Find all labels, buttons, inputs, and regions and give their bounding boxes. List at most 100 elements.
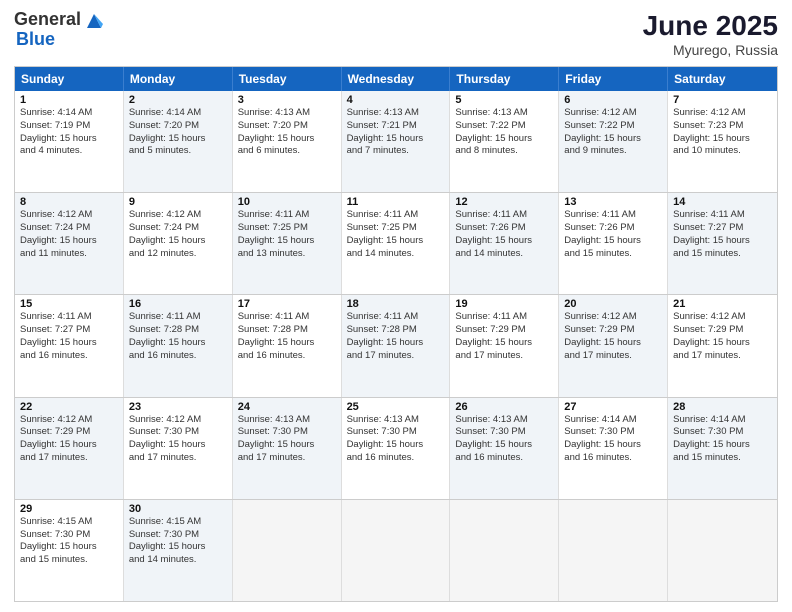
day-info: Sunrise: 4:14 AM Sunset: 7:20 PM Dayligh…: [129, 107, 227, 158]
day-number: 21: [673, 298, 772, 310]
cal-cell: 1Sunrise: 4:14 AM Sunset: 7:19 PM Daylig…: [15, 91, 124, 192]
day-info: Sunrise: 4:12 AM Sunset: 7:29 PM Dayligh…: [564, 311, 662, 362]
cal-cell: 23Sunrise: 4:12 AM Sunset: 7:30 PM Dayli…: [124, 398, 233, 499]
cal-cell: 11Sunrise: 4:11 AM Sunset: 7:25 PM Dayli…: [342, 193, 451, 294]
header: General Blue June 2025 Myurego, Russia: [14, 10, 778, 58]
page: General Blue June 2025 Myurego, Russia S…: [0, 0, 792, 612]
cal-header-day-saturday: Saturday: [668, 67, 777, 91]
day-number: 6: [564, 94, 662, 106]
day-number: 3: [238, 94, 336, 106]
day-info: Sunrise: 4:12 AM Sunset: 7:24 PM Dayligh…: [129, 209, 227, 260]
day-info: Sunrise: 4:11 AM Sunset: 7:25 PM Dayligh…: [347, 209, 445, 260]
day-number: 14: [673, 196, 772, 208]
cal-cell: 10Sunrise: 4:11 AM Sunset: 7:25 PM Dayli…: [233, 193, 342, 294]
day-info: Sunrise: 4:12 AM Sunset: 7:30 PM Dayligh…: [129, 414, 227, 465]
day-number: 23: [129, 401, 227, 413]
day-number: 26: [455, 401, 553, 413]
day-number: 1: [20, 94, 118, 106]
logo: General Blue: [14, 10, 105, 50]
day-number: 22: [20, 401, 118, 413]
day-info: Sunrise: 4:12 AM Sunset: 7:22 PM Dayligh…: [564, 107, 662, 158]
day-number: 5: [455, 94, 553, 106]
cal-header-day-wednesday: Wednesday: [342, 67, 451, 91]
day-info: Sunrise: 4:11 AM Sunset: 7:27 PM Dayligh…: [20, 311, 118, 362]
day-info: Sunrise: 4:12 AM Sunset: 7:23 PM Dayligh…: [673, 107, 772, 158]
cal-cell: 20Sunrise: 4:12 AM Sunset: 7:29 PM Dayli…: [559, 295, 668, 396]
day-info: Sunrise: 4:13 AM Sunset: 7:30 PM Dayligh…: [455, 414, 553, 465]
day-info: Sunrise: 4:13 AM Sunset: 7:21 PM Dayligh…: [347, 107, 445, 158]
cal-cell: 18Sunrise: 4:11 AM Sunset: 7:28 PM Dayli…: [342, 295, 451, 396]
day-info: Sunrise: 4:11 AM Sunset: 7:25 PM Dayligh…: [238, 209, 336, 260]
cal-header-day-thursday: Thursday: [450, 67, 559, 91]
day-number: 4: [347, 94, 445, 106]
cal-cell: 2Sunrise: 4:14 AM Sunset: 7:20 PM Daylig…: [124, 91, 233, 192]
cal-week-3: 15Sunrise: 4:11 AM Sunset: 7:27 PM Dayli…: [15, 294, 777, 396]
day-info: Sunrise: 4:15 AM Sunset: 7:30 PM Dayligh…: [129, 516, 227, 567]
calendar: SundayMondayTuesdayWednesdayThursdayFrid…: [14, 66, 778, 602]
day-info: Sunrise: 4:11 AM Sunset: 7:27 PM Dayligh…: [673, 209, 772, 260]
day-number: 7: [673, 94, 772, 106]
cal-cell: 6Sunrise: 4:12 AM Sunset: 7:22 PM Daylig…: [559, 91, 668, 192]
cal-cell: 22Sunrise: 4:12 AM Sunset: 7:29 PM Dayli…: [15, 398, 124, 499]
logo-general: General: [14, 10, 81, 30]
logo-icon: [83, 10, 105, 32]
day-number: 28: [673, 401, 772, 413]
day-number: 25: [347, 401, 445, 413]
cal-cell: 29Sunrise: 4:15 AM Sunset: 7:30 PM Dayli…: [15, 500, 124, 601]
day-number: 15: [20, 298, 118, 310]
cal-cell: [233, 500, 342, 601]
cal-week-2: 8Sunrise: 4:12 AM Sunset: 7:24 PM Daylig…: [15, 192, 777, 294]
cal-cell: 3Sunrise: 4:13 AM Sunset: 7:20 PM Daylig…: [233, 91, 342, 192]
cal-cell: 14Sunrise: 4:11 AM Sunset: 7:27 PM Dayli…: [668, 193, 777, 294]
day-info: Sunrise: 4:11 AM Sunset: 7:28 PM Dayligh…: [347, 311, 445, 362]
cal-cell: [559, 500, 668, 601]
title-month: June 2025: [643, 10, 778, 42]
cal-cell: 24Sunrise: 4:13 AM Sunset: 7:30 PM Dayli…: [233, 398, 342, 499]
day-number: 10: [238, 196, 336, 208]
cal-cell: [668, 500, 777, 601]
day-number: 30: [129, 503, 227, 515]
cal-week-1: 1Sunrise: 4:14 AM Sunset: 7:19 PM Daylig…: [15, 91, 777, 192]
cal-header-day-sunday: Sunday: [15, 67, 124, 91]
day-number: 2: [129, 94, 227, 106]
day-number: 19: [455, 298, 553, 310]
cal-cell: [342, 500, 451, 601]
cal-cell: 19Sunrise: 4:11 AM Sunset: 7:29 PM Dayli…: [450, 295, 559, 396]
cal-cell: 16Sunrise: 4:11 AM Sunset: 7:28 PM Dayli…: [124, 295, 233, 396]
day-info: Sunrise: 4:12 AM Sunset: 7:29 PM Dayligh…: [20, 414, 118, 465]
cal-cell: 9Sunrise: 4:12 AM Sunset: 7:24 PM Daylig…: [124, 193, 233, 294]
day-number: 8: [20, 196, 118, 208]
title-block: June 2025 Myurego, Russia: [643, 10, 778, 58]
day-info: Sunrise: 4:11 AM Sunset: 7:28 PM Dayligh…: [129, 311, 227, 362]
calendar-body: 1Sunrise: 4:14 AM Sunset: 7:19 PM Daylig…: [15, 91, 777, 601]
cal-header-day-friday: Friday: [559, 67, 668, 91]
logo-blue: Blue: [16, 30, 105, 50]
cal-cell: 8Sunrise: 4:12 AM Sunset: 7:24 PM Daylig…: [15, 193, 124, 294]
cal-week-4: 22Sunrise: 4:12 AM Sunset: 7:29 PM Dayli…: [15, 397, 777, 499]
day-number: 18: [347, 298, 445, 310]
cal-cell: 25Sunrise: 4:13 AM Sunset: 7:30 PM Dayli…: [342, 398, 451, 499]
day-number: 13: [564, 196, 662, 208]
cal-cell: 28Sunrise: 4:14 AM Sunset: 7:30 PM Dayli…: [668, 398, 777, 499]
day-number: 9: [129, 196, 227, 208]
cal-cell: 26Sunrise: 4:13 AM Sunset: 7:30 PM Dayli…: [450, 398, 559, 499]
day-info: Sunrise: 4:12 AM Sunset: 7:24 PM Dayligh…: [20, 209, 118, 260]
day-info: Sunrise: 4:13 AM Sunset: 7:20 PM Dayligh…: [238, 107, 336, 158]
calendar-header: SundayMondayTuesdayWednesdayThursdayFrid…: [15, 67, 777, 91]
day-info: Sunrise: 4:11 AM Sunset: 7:28 PM Dayligh…: [238, 311, 336, 362]
cal-cell: 21Sunrise: 4:12 AM Sunset: 7:29 PM Dayli…: [668, 295, 777, 396]
cal-cell: 7Sunrise: 4:12 AM Sunset: 7:23 PM Daylig…: [668, 91, 777, 192]
day-info: Sunrise: 4:11 AM Sunset: 7:29 PM Dayligh…: [455, 311, 553, 362]
day-number: 17: [238, 298, 336, 310]
day-info: Sunrise: 4:13 AM Sunset: 7:22 PM Dayligh…: [455, 107, 553, 158]
day-info: Sunrise: 4:12 AM Sunset: 7:29 PM Dayligh…: [673, 311, 772, 362]
cal-cell: 12Sunrise: 4:11 AM Sunset: 7:26 PM Dayli…: [450, 193, 559, 294]
day-number: 29: [20, 503, 118, 515]
day-number: 27: [564, 401, 662, 413]
cal-week-5: 29 Sunrise: 4:15 AM Sunset: 7:30 PM Dayli…: [15, 499, 777, 601]
cal-cell: [450, 500, 559, 601]
day-number: 11: [347, 196, 445, 208]
day-info: Sunrise: 4:14 AM Sunset: 7:19 PM Dayligh…: [20, 107, 118, 158]
day-info: Sunrise: 4:14 AM Sunset: 7:30 PM Dayligh…: [673, 414, 772, 465]
cal-cell: 30Sunrise: 4:15 AM Sunset: 7:30 PM Dayli…: [124, 500, 233, 601]
